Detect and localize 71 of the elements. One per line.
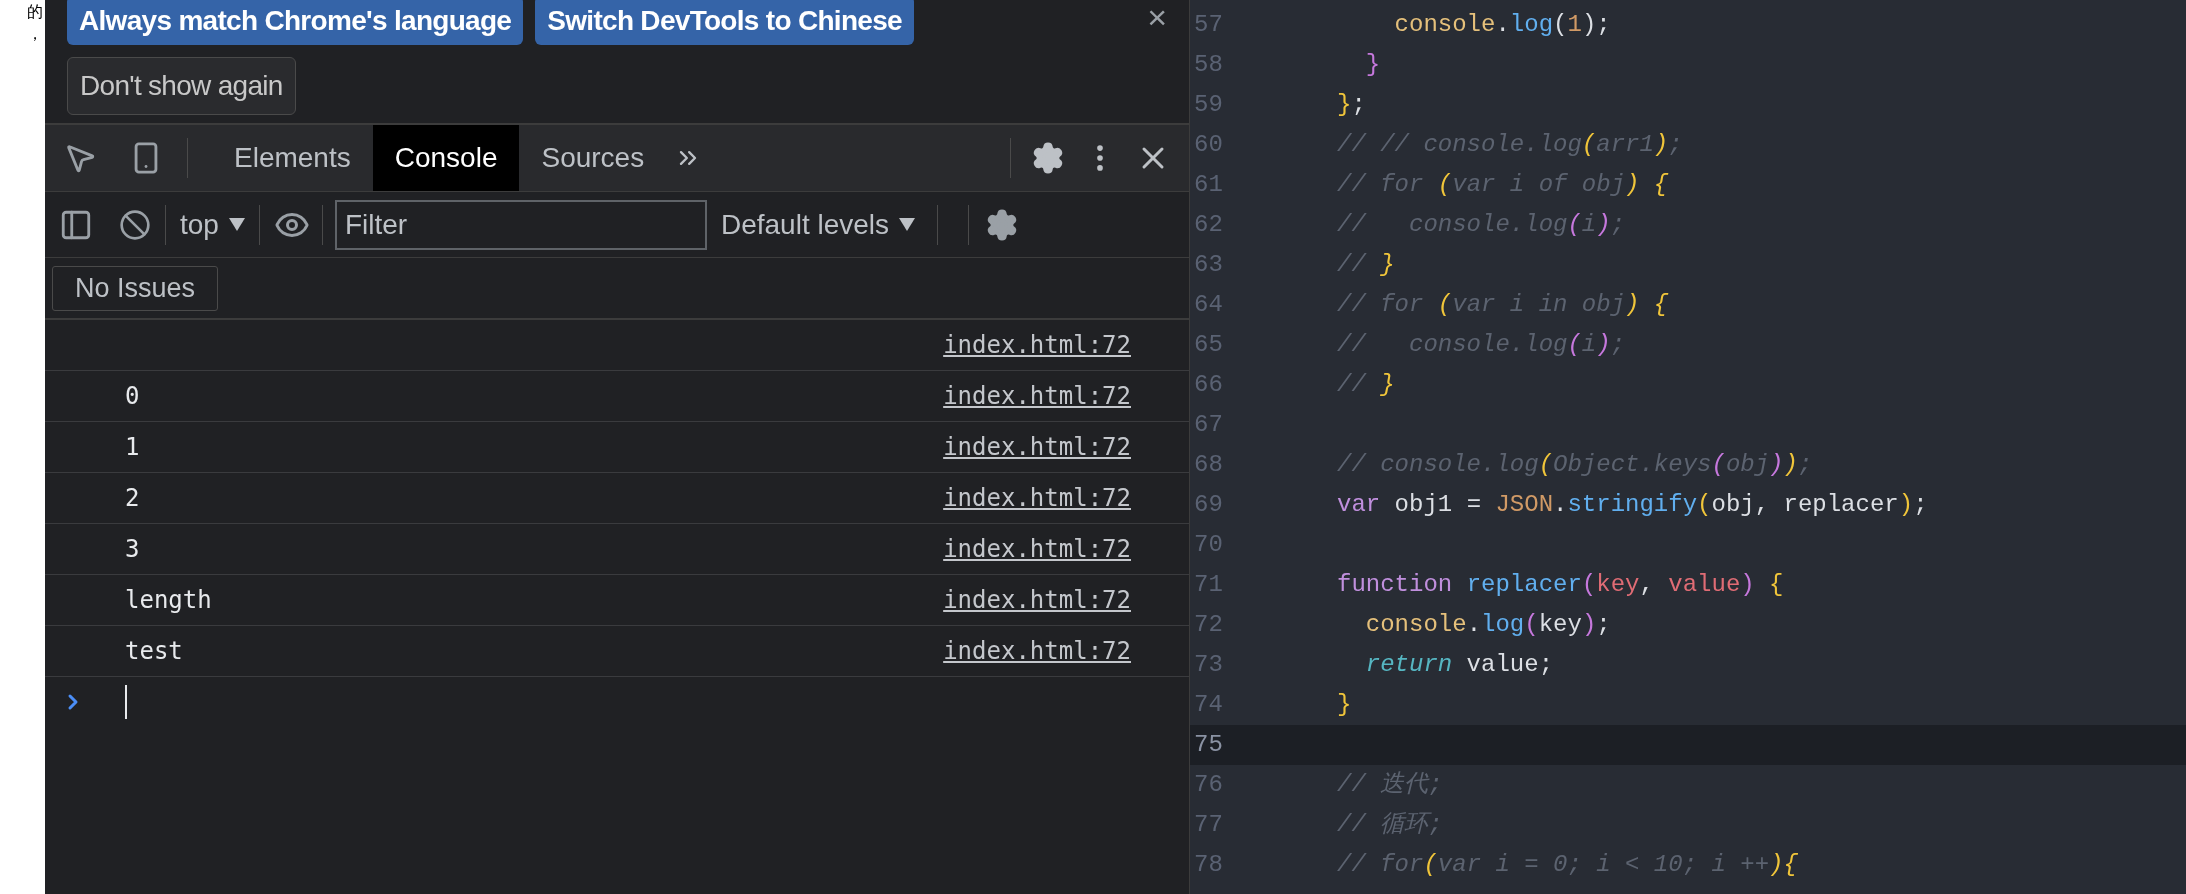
settings-icon[interactable] bbox=[1031, 141, 1065, 175]
line-number: 70 bbox=[1193, 530, 1224, 560]
line-number: 77 bbox=[1193, 810, 1224, 840]
code-line: // // console.log(arr1); bbox=[1337, 130, 1683, 160]
log-message: 3 bbox=[125, 534, 140, 565]
filter-field[interactable]: Filter bbox=[334, 199, 707, 250]
line-number: 67 bbox=[1193, 410, 1224, 440]
code-line: // console.log(i); bbox=[1337, 330, 1626, 360]
line-number: 62 bbox=[1193, 210, 1224, 240]
page-text-fragment: ， bbox=[27, 24, 43, 44]
source-link[interactable]: index.html:72 bbox=[943, 327, 1131, 363]
line-number: 59 bbox=[1193, 90, 1224, 120]
source-link[interactable]: index.html:72 bbox=[943, 378, 1131, 414]
code-line: console.log(key); bbox=[1364, 610, 1611, 640]
code-line: // console.log(i); bbox=[1337, 210, 1626, 240]
source-link[interactable]: index.html:72 bbox=[943, 480, 1131, 516]
caret-icon bbox=[899, 218, 916, 231]
line-number: 61 bbox=[1193, 170, 1224, 200]
language-button[interactable]: Switch DevTools to Chinese bbox=[535, 0, 914, 45]
log-message: length bbox=[125, 585, 212, 616]
code-line: } bbox=[1337, 690, 1352, 720]
log-message: test bbox=[125, 636, 183, 667]
levels-dropdown[interactable]: Default levels bbox=[720, 203, 916, 246]
context-dropdown[interactable]: top bbox=[180, 203, 245, 246]
code-line: }; bbox=[1337, 90, 1366, 120]
code-line: // for(var i = 0; i < 10; i ++){ bbox=[1337, 850, 1798, 880]
line-number: 72 bbox=[1193, 610, 1224, 640]
dont-show-button[interactable]: Don't show again bbox=[67, 57, 296, 115]
page-text-fragment: 的 bbox=[27, 2, 43, 22]
code-line: // 迭代; bbox=[1337, 770, 1443, 800]
code-line: console.log(1); bbox=[1393, 10, 1611, 40]
line-number: 58 bbox=[1193, 50, 1224, 80]
source-link[interactable]: index.html:72 bbox=[943, 633, 1131, 669]
line-number: 60 bbox=[1193, 130, 1224, 160]
source-link[interactable]: index.html:72 bbox=[943, 582, 1131, 618]
code-line: return value; bbox=[1364, 650, 1554, 680]
panel-tab[interactable]: Sources bbox=[519, 125, 667, 191]
source-link[interactable]: index.html:72 bbox=[943, 531, 1131, 567]
panel-tab[interactable]: Elements bbox=[212, 125, 373, 191]
code-line: // 循环; bbox=[1337, 810, 1443, 840]
code-line: // console.log(Object.keys(obj)); bbox=[1337, 450, 1813, 480]
line-number: 68 bbox=[1193, 450, 1224, 480]
panel-tab[interactable]: Console bbox=[372, 125, 520, 191]
issues-button[interactable]: No Issues bbox=[52, 265, 219, 311]
log-message: 1 bbox=[125, 432, 140, 463]
code-line: // for (var i of obj) { bbox=[1337, 170, 1669, 200]
code-line: function replacer(key, value) { bbox=[1337, 570, 1784, 600]
clear-console-icon[interactable] bbox=[119, 208, 151, 241]
line-number: 73 bbox=[1193, 650, 1224, 680]
line-number: 69 bbox=[1193, 490, 1224, 520]
line-number: 64 bbox=[1193, 290, 1224, 320]
code-line: // } bbox=[1337, 370, 1395, 400]
source-link[interactable]: index.html:72 bbox=[943, 429, 1131, 465]
line-number: 76 bbox=[1193, 770, 1224, 800]
line-number: 75 bbox=[1193, 730, 1224, 760]
line-number: 63 bbox=[1193, 250, 1224, 280]
code-line: // for (var i in obj) { bbox=[1337, 290, 1669, 320]
line-number: 71 bbox=[1193, 570, 1224, 600]
caret-icon bbox=[228, 218, 245, 231]
code-line: } bbox=[1364, 50, 1381, 80]
line-number: 74 bbox=[1193, 690, 1224, 720]
line-number: 65 bbox=[1193, 330, 1224, 360]
line-number: 78 bbox=[1193, 850, 1224, 880]
log-message: 2 bbox=[125, 483, 140, 514]
log-message: 0 bbox=[125, 381, 140, 412]
line-number: 66 bbox=[1193, 370, 1224, 400]
language-button[interactable]: Always match Chrome's language bbox=[67, 0, 524, 45]
code-line: // } bbox=[1337, 250, 1395, 280]
line-number: 57 bbox=[1193, 10, 1224, 40]
close-button[interactable]: × bbox=[1147, 0, 1167, 34]
code-line: var obj1 = JSON.stringify(obj, replacer); bbox=[1337, 490, 1928, 520]
